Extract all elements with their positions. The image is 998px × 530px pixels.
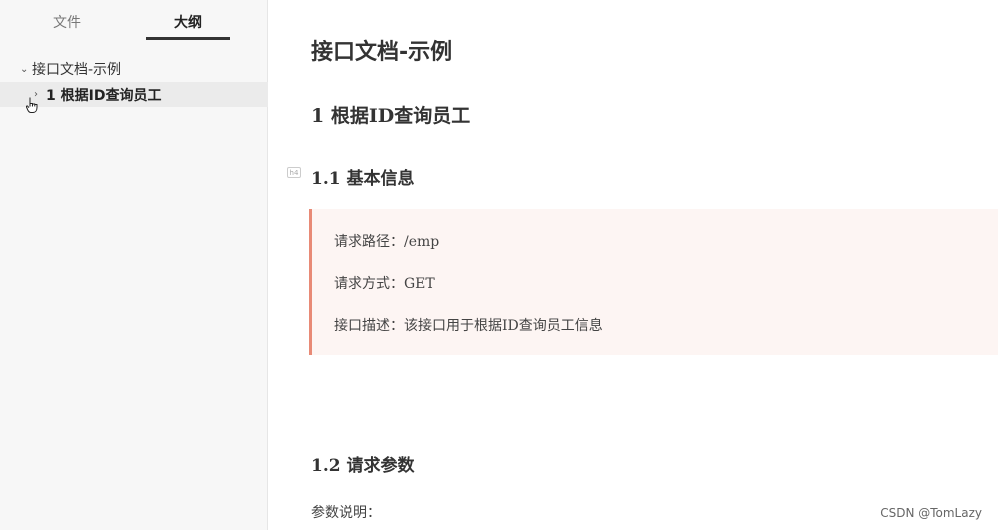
watermark: CSDN @TomLazy xyxy=(880,506,982,520)
heading-basic-info: 1.1 基本信息 xyxy=(311,169,415,189)
request-path: 请求路径：/emp xyxy=(334,234,440,250)
document-title: 接口文档-示例 xyxy=(311,40,453,65)
heading-request-params: 1.2 请求参数 xyxy=(311,456,415,476)
outline-item-query-employee[interactable]: › 1 根据ID查询员工 xyxy=(0,82,268,107)
heading-level-icon[interactable]: h4 xyxy=(287,167,301,178)
blockquote-basic-info: 请求路径：/emp 请求方式：GET 接口描述：该接口用于根据ID查询员工信息 xyxy=(309,209,998,355)
sidebar-tabs: 文件 大纲 xyxy=(0,0,267,42)
api-description: 接口描述：该接口用于根据ID查询员工信息 xyxy=(334,318,603,334)
tab-outline[interactable]: 大纲 xyxy=(174,12,202,32)
chevron-down-icon[interactable]: ⌄ xyxy=(20,64,32,75)
outline-item-label: 接口文档-示例 xyxy=(32,62,122,78)
sidebar: 文件 大纲 ⌄ 接口文档-示例 › 1 根据ID查询员工 xyxy=(0,0,268,530)
typora-window: 文件 大纲 ⌄ 接口文档-示例 › 1 根据ID查询员工 接口文档-示例 1 根… xyxy=(0,0,998,530)
params-description: 参数说明： xyxy=(311,505,381,521)
outline-item-label: 1 根据ID查询员工 xyxy=(46,87,162,104)
request-method: 请求方式：GET xyxy=(334,276,435,292)
editor-content[interactable]: 接口文档-示例 1 根据ID查询员工 h4 1.1 基本信息 请求路径：/emp… xyxy=(268,0,998,530)
active-tab-indicator xyxy=(146,37,230,40)
tab-files[interactable]: 文件 xyxy=(53,12,81,32)
outline-item-doc-title[interactable]: ⌄ 接口文档-示例 xyxy=(0,58,268,80)
hand-pointer-icon xyxy=(26,97,38,113)
heading-query-employee: 1 根据ID查询员工 xyxy=(311,105,471,127)
